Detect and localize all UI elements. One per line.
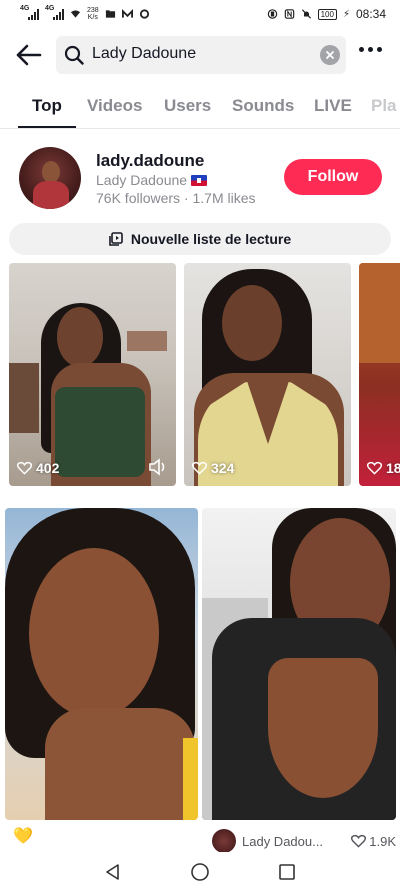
likes-count: 324 [211,460,235,476]
search-query: Lady Dadoune [92,45,197,62]
search-tabs: Top Videos Users Sounds LIVE Pla [0,84,400,129]
account-display-name: Lady Dadoune [96,172,208,188]
video-background [127,331,167,351]
search-input[interactable]: Lady Dadoune [56,36,346,74]
tab-live[interactable]: LIVE [314,96,352,116]
heart-icon [17,461,32,475]
video-likes: 402 [17,460,59,476]
vibrate-icon [267,9,277,19]
account-stats: 76K followers · 1.7M likes [96,190,256,206]
more-icon [368,47,373,52]
likes-count: 1.9K [369,833,396,849]
avatar-outfit [33,181,69,209]
haiti-flag-icon [191,174,208,186]
video-subject-face [57,307,103,367]
account-result[interactable]: lady.dadoune Lady Dadoune 76K followers … [0,143,400,215]
playlist-label: Nouvelle liste de lecture [130,231,292,247]
display-name-text: Lady Dadoune [96,172,188,188]
clear-icon [326,51,334,59]
heart-icon [367,461,382,475]
status-right: 100 ⚡ 08:34 [267,7,386,21]
nfc-icon [284,9,294,19]
tab-users[interactable]: Users [164,96,211,116]
search-header: Lady Dadoune [0,34,400,76]
video-likes: 324 [192,460,234,476]
video-card[interactable]: 18 [359,263,400,486]
grid-video-card[interactable] [5,508,198,820]
heart-icon [192,461,207,475]
tab-top[interactable]: Top [32,96,62,116]
account-username: lady.dadoune [96,151,205,170]
video-likes: 18 [367,460,400,476]
more-options-button[interactable] [359,47,382,52]
back-button[interactable] [14,41,44,69]
author-avatar [212,829,236,853]
netspeed: 238 K/s [87,7,99,21]
likes-count: 18 [386,460,400,476]
playlist-button[interactable]: Nouvelle liste de lecture [9,223,391,255]
nav-back-button[interactable] [101,860,125,884]
system-nav-bar [0,852,400,892]
tab-sounds[interactable]: Sounds [232,96,294,116]
folder-icon [105,10,115,18]
video-subject-body [268,658,378,798]
status-bar: 4G 4G 238 K/s 100 ⚡ 08:34 [0,0,400,28]
avatar[interactable] [19,147,81,209]
sound-icon[interactable] [148,458,168,476]
charging-icon: ⚡ [342,8,350,20]
search-icon [64,45,84,65]
video-carousel: 402 324 18 [0,263,400,486]
more-icon [359,47,364,52]
playlist-icon [109,232,123,246]
tab-videos[interactable]: Videos [87,96,142,116]
nav-home-button[interactable] [188,860,212,884]
app-m-icon [121,9,133,18]
video-card[interactable]: 324 [184,263,351,486]
back-arrow-icon [16,44,42,66]
grid-video-card[interactable] [202,508,396,820]
video-author-row[interactable]: Lady Dadou... 1.9K [212,829,396,853]
video-subject-face [29,548,159,718]
wifi-icon [70,10,81,18]
mute-icon [301,9,311,19]
video-product-bucket [55,387,145,477]
video-background [359,263,400,363]
nav-recents-button[interactable] [275,860,299,884]
more-icon [377,47,382,52]
triangle-back-icon [106,864,120,880]
author-likes: 1.9K [351,834,396,849]
status-left: 4G 4G 238 K/s [20,5,150,21]
tab-playlists[interactable]: Pla [371,96,397,116]
video-background [9,363,39,433]
clock: 08:34 [355,7,386,21]
battery-icon: 100 [317,8,337,20]
app-loop-icon [139,9,149,19]
active-tab-indicator [18,126,76,128]
avatar-face [42,161,60,183]
video-subject-body [45,708,195,820]
follow-button[interactable]: Follow [284,159,382,195]
circle-home-icon [191,863,209,881]
video-subject-face [222,285,282,361]
square-recents-icon [278,864,295,880]
video-subject-top [183,738,198,820]
author-name: Lady Dadou... [242,833,323,849]
signal-icon-1: 4G [20,5,39,20]
clear-search-button[interactable] [320,45,340,65]
video-caption: 💛 [13,828,33,845]
signal-icon-2: 4G [45,5,64,20]
heart-icon [351,834,367,848]
likes-count: 402 [36,460,60,476]
video-card[interactable]: 402 [9,263,176,486]
